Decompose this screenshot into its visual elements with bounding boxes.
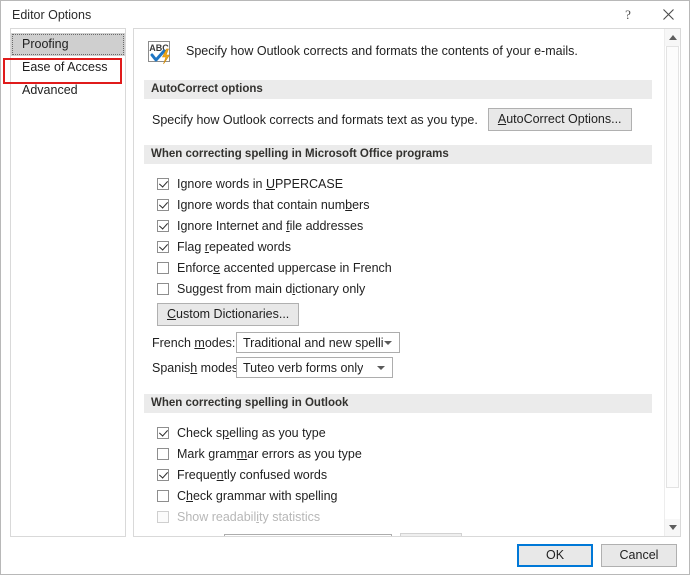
- options-content-pane: ABC Specify how Outlook corrects and for…: [133, 28, 681, 537]
- editor-options-dialog: Editor Options ? Proofing Ease of Access: [0, 0, 690, 575]
- writing-style-dropdown[interactable]: [224, 534, 392, 536]
- french-modes-value: Traditional and new spellings: [243, 335, 384, 350]
- svg-text:?: ?: [625, 8, 631, 21]
- section-header-autocorrect: AutoCorrect options: [144, 80, 652, 99]
- checkbox-row-show-readability-statistics: Show readability statistics: [144, 506, 652, 527]
- scrollbar-track[interactable]: [665, 46, 680, 519]
- checkbox-row-check-spelling-as-you-type[interactable]: Check spelling as you type: [144, 422, 652, 443]
- french-modes-label: French modes:: [152, 335, 236, 350]
- checkbox-ignore-uppercase[interactable]: [157, 177, 169, 190]
- abc-spellcheck-icon: ABC: [146, 38, 176, 68]
- checkbox-frequently-confused-words[interactable]: [157, 468, 169, 481]
- autocorrect-description: Specify how Outlook corrects and formats…: [152, 112, 478, 127]
- checkbox-ignore-addresses[interactable]: [157, 219, 169, 232]
- title-bar: Editor Options ?: [1, 1, 689, 28]
- custom-dictionaries-button[interactable]: Custom Dictionaries...: [157, 303, 300, 326]
- checkbox-label: Check spelling as you type: [177, 425, 326, 440]
- checkbox-row-flag-repeated-words[interactable]: Flag repeated words: [144, 236, 652, 257]
- checkbox-ignore-numbers[interactable]: [157, 198, 169, 211]
- scrollbar-thumb[interactable]: [666, 46, 679, 488]
- checkbox-row-ignore-addresses[interactable]: Ignore Internet and file addresses: [144, 215, 652, 236]
- triangle-up-icon: [668, 35, 677, 40]
- window-title: Editor Options: [12, 7, 92, 22]
- close-icon[interactable]: [648, 1, 689, 28]
- checkbox-label: Suggest from main dictionary only: [177, 281, 366, 296]
- checkbox-check-spelling-as-you-type[interactable]: [157, 426, 169, 439]
- checkbox-row-frequently-confused-words[interactable]: Frequently confused words: [144, 464, 652, 485]
- sidebar-item-proofing[interactable]: Proofing: [11, 33, 125, 56]
- checkbox-label: Ignore Internet and file addresses: [177, 218, 364, 233]
- checkbox-suggest-main-dictionary[interactable]: [157, 282, 169, 295]
- question-mark-icon: ?: [625, 8, 631, 21]
- checkbox-flag-repeated-words[interactable]: [157, 240, 169, 253]
- cancel-button[interactable]: Cancel: [601, 544, 677, 567]
- checkbox-show-readability-statistics: [157, 510, 169, 523]
- pane-description: Specify how Outlook corrects and formats…: [186, 44, 578, 58]
- window-controls: ?: [607, 1, 689, 28]
- options-scroll-area: ABC Specify how Outlook corrects and for…: [134, 29, 664, 536]
- help-icon[interactable]: ?: [607, 1, 648, 28]
- spanish-modes-row: Spanish modes: Tuteo verb forms only: [144, 355, 652, 380]
- spanish-modes-label: Spanish modes:: [152, 360, 242, 375]
- checkbox-label: Ignore words in UPPERCASE: [177, 176, 344, 191]
- triangle-down-icon: [668, 525, 677, 530]
- checkbox-row-enforce-accented-uppercase[interactable]: Enforce accented uppercase in French: [144, 257, 652, 278]
- checkbox-label: Ignore words that contain numbers: [177, 197, 370, 212]
- checkbox-label: Check grammar with spelling: [177, 488, 338, 503]
- checkbox-row-mark-grammar-errors[interactable]: Mark grammar errors as you type: [144, 443, 652, 464]
- chevron-down-icon: [377, 365, 385, 370]
- sidebar-item-label: Proofing: [22, 37, 69, 51]
- scroll-down-button[interactable]: [665, 519, 680, 536]
- sidebar-item-ease-of-access[interactable]: Ease of Access: [11, 56, 125, 79]
- writing-style-row: Writing Style: Settings...: [144, 532, 652, 536]
- checkbox-label: Flag repeated words: [177, 239, 291, 254]
- french-modes-dropdown[interactable]: Traditional and new spellings: [236, 332, 400, 353]
- chevron-down-icon: [384, 340, 392, 345]
- sidebar-item-label: Advanced: [22, 83, 78, 97]
- section-header-outlook-spelling: When correcting spelling in Outlook: [144, 394, 652, 413]
- checkbox-row-check-grammar-with-spelling[interactable]: Check grammar with spelling: [144, 485, 652, 506]
- checkbox-check-grammar-with-spelling[interactable]: [157, 489, 169, 502]
- checkbox-label: Enforce accented uppercase in French: [177, 260, 392, 275]
- settings-button: Settings...: [400, 533, 462, 536]
- section-header-office-spelling: When correcting spelling in Microsoft Of…: [144, 145, 652, 164]
- autocorrect-options-button[interactable]: AutoCorrect Options...: [487, 108, 632, 131]
- checkbox-row-ignore-numbers[interactable]: Ignore words that contain numbers: [144, 194, 652, 215]
- vertical-scrollbar[interactable]: [664, 29, 680, 536]
- french-modes-row: French modes: Traditional and new spelli…: [144, 330, 652, 355]
- sidebar-item-label: Ease of Access: [22, 60, 108, 74]
- dialog-body: Proofing Ease of Access Advanced ABC Spe…: [1, 28, 689, 537]
- close-x-icon: [663, 9, 674, 20]
- scroll-up-button[interactable]: [665, 29, 680, 46]
- ok-button[interactable]: OK: [517, 544, 593, 567]
- spanish-modes-value: Tuteo verb forms only: [243, 360, 364, 375]
- checkbox-label: Mark grammar errors as you type: [177, 446, 362, 461]
- spanish-modes-dropdown[interactable]: Tuteo verb forms only: [236, 357, 393, 378]
- checkbox-enforce-accented-uppercase[interactable]: [157, 261, 169, 274]
- dialog-footer: OK Cancel: [1, 537, 689, 574]
- pane-header: ABC Specify how Outlook corrects and for…: [144, 38, 652, 68]
- checkbox-label: Frequently confused words: [177, 467, 328, 482]
- category-sidebar: Proofing Ease of Access Advanced: [10, 28, 126, 537]
- checkbox-row-ignore-uppercase[interactable]: Ignore words in UPPERCASE: [144, 173, 652, 194]
- sidebar-item-advanced[interactable]: Advanced: [11, 79, 125, 102]
- autocorrect-row: Specify how Outlook corrects and formats…: [144, 108, 652, 131]
- checkbox-label: Show readability statistics: [177, 509, 321, 524]
- checkbox-mark-grammar-errors[interactable]: [157, 447, 169, 460]
- checkbox-row-suggest-main-dictionary[interactable]: Suggest from main dictionary only: [144, 278, 652, 299]
